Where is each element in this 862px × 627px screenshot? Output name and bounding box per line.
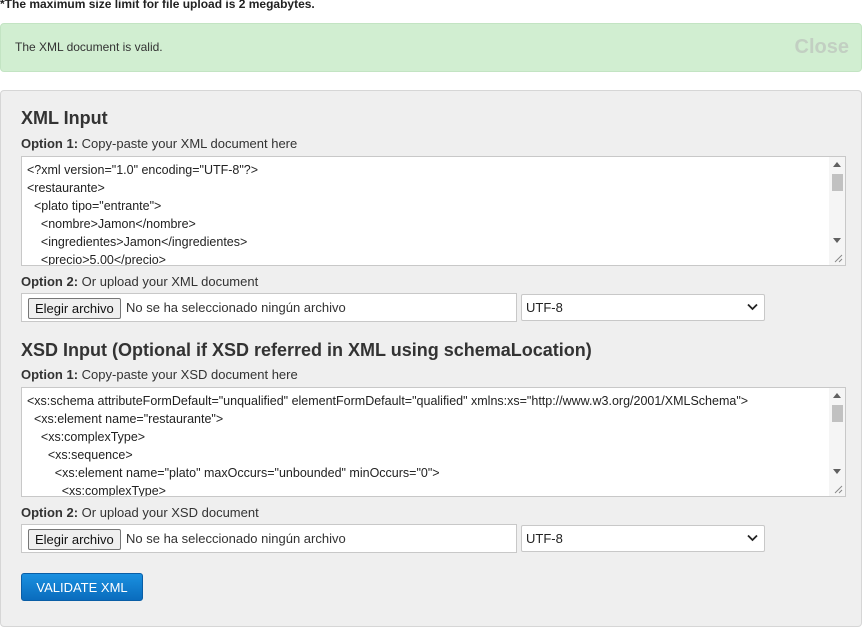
xml-encoding-value: UTF-8 [526,300,563,315]
xsd-input-title: XSD Input (Optional if XSD referred in X… [21,340,592,360]
scroll-thumb[interactable] [832,174,843,191]
xsd-file-input[interactable]: Elegir archivo No se ha seleccionado nin… [21,524,517,553]
scroll-up-arrow-icon[interactable] [833,162,841,167]
xsd-textarea-scrollbar[interactable] [829,388,845,496]
scroll-up-arrow-icon[interactable] [833,393,841,398]
chevron-down-icon [747,534,758,542]
xml-file-status: No se ha seleccionado ningún archivo [126,300,346,315]
xml-option1-prefix: Option 1: [21,136,79,151]
upload-size-note: *The maximum size limit for file upload … [0,0,315,11]
xsd-code-content[interactable]: <xs:schema attributeFormDefault="unquali… [22,388,829,496]
xsd-option1-prefix: Option 1: [21,367,79,382]
scroll-down-arrow-icon[interactable] [833,469,841,474]
xml-option2-label: Option 2: Or upload your XML document [21,274,258,289]
xml-file-input[interactable]: Elegir archivo No se ha seleccionado nin… [21,293,517,322]
xml-option2-prefix: Option 2: [21,274,79,289]
xml-input-title: XML Input [21,108,108,128]
xml-code-content[interactable]: <?xml version="1.0" encoding="UTF-8"?> <… [22,157,829,265]
xsd-encoding-select[interactable]: UTF-8 [521,525,765,552]
scroll-down-arrow-icon[interactable] [833,238,841,243]
resize-grip-icon[interactable] [833,484,843,494]
validate-xml-button[interactable]: VALIDATE XML [21,573,143,601]
xsd-option2-prefix: Option 2: [21,505,79,520]
success-alert: The XML document is valid. Close [0,23,862,72]
resize-grip-icon[interactable] [833,253,843,263]
xsd-choose-file-button[interactable]: Elegir archivo [28,529,121,550]
xml-choose-file-button[interactable]: Elegir archivo [28,298,121,319]
xsd-textarea[interactable]: <xs:schema attributeFormDefault="unquali… [21,387,846,497]
xsd-file-status: No se ha seleccionado ningún archivo [126,531,346,546]
xml-encoding-select[interactable]: UTF-8 [521,294,765,321]
xml-option1-label: Option 1: Copy-paste your XML document h… [21,136,297,151]
chevron-down-icon [747,303,758,311]
xsd-encoding-value: UTF-8 [526,531,563,546]
xml-option2-text: Or upload your XML document [78,274,259,289]
xsd-option1-text: Copy-paste your XSD document here [78,367,298,382]
validator-panel: XML Input Option 1: Copy-paste your XML … [0,90,862,627]
xsd-option2-text: Or upload your XSD document [78,505,259,520]
xsd-option1-label: Option 1: Copy-paste your XSD document h… [21,367,298,382]
xml-option1-text: Copy-paste your XML document here [78,136,298,151]
xsd-option2-label: Option 2: Or upload your XSD document [21,505,259,520]
xml-textarea[interactable]: <?xml version="1.0" encoding="UTF-8"?> <… [21,156,846,266]
alert-message: The XML document is valid. [15,40,163,54]
alert-close-button[interactable]: Close [795,36,849,59]
scroll-thumb[interactable] [832,405,843,422]
xml-textarea-scrollbar[interactable] [829,157,845,265]
